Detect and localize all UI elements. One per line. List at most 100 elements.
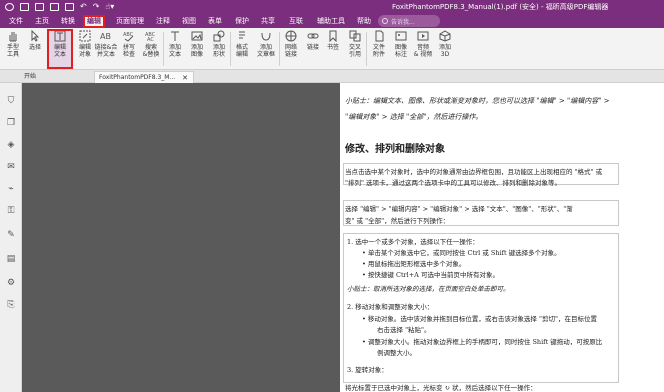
bookmark-panel-icon[interactable]: ⛉: [5, 95, 17, 107]
tool-label: 格式 编辑: [235, 44, 248, 58]
add-text-icon: [171, 31, 179, 41]
redo-icon[interactable]: ↷: [93, 3, 100, 11]
tags-icon[interactable]: ⚙: [5, 277, 17, 289]
tab-document[interactable]: FoxitPhantomPDF8.3_M... ✕: [94, 71, 194, 83]
document-tab-strip: 开始 FoxitPhantomPDF8.3_M... ✕: [0, 70, 664, 83]
add-image-button[interactable]: 添加 图像: [186, 30, 208, 68]
tool-label: 图像 标注: [394, 44, 407, 58]
layers-icon[interactable]: ◈: [5, 139, 17, 151]
media-icon: [417, 31, 429, 41]
new-icon[interactable]: [65, 3, 74, 11]
add-3d-button[interactable]: 添加 3D: [434, 30, 456, 68]
menu-comment[interactable]: 注释: [153, 16, 173, 27]
tip-text-line-1: 小贴士：编辑文本、图像、形状或渐变对象时，您也可以选择 "编辑" > "编辑内容…: [345, 97, 610, 105]
bookmark-button[interactable]: 书签: [322, 30, 344, 68]
tool-label: 添加 文章框: [256, 44, 275, 58]
edit-object-button[interactable]: 编辑 对象: [74, 30, 96, 68]
list-item: 3. 旋转对象：: [347, 366, 388, 374]
ribbon-toolbar: 手型 工具 选择 编辑 文本 编辑 对象 AB 链接&合 并文本 ABC 拼写 …: [0, 28, 664, 70]
save-icon[interactable]: [35, 3, 44, 11]
tool-label: 音频 & 视频: [413, 44, 433, 58]
cross-reference-button[interactable]: 交叉 引用: [344, 30, 366, 68]
spell-check-button[interactable]: ABC 拼写 检查: [118, 30, 140, 68]
format-edit-icon: [239, 31, 245, 39]
tool-label: 文件 附件: [372, 44, 385, 58]
add-shape-button[interactable]: 添加 形状: [208, 30, 230, 68]
menu-home[interactable]: 主页: [32, 16, 52, 27]
tool-label: 手型 工具: [6, 44, 19, 58]
tool-label: 编辑 文本: [53, 44, 66, 58]
security-icon[interactable]: ⚿: [5, 205, 17, 217]
paragraph-line: 变" 或 "全部"，然后进行下列操作：: [345, 217, 450, 225]
print-icon[interactable]: [50, 3, 59, 11]
menu-view[interactable]: 视图: [179, 16, 199, 27]
menu-page-manage[interactable]: 页面管理: [113, 16, 147, 27]
list-item: • 用鼠标拖出矩形框选中多个对象。: [362, 260, 466, 268]
svg-text:AB: AB: [100, 32, 111, 41]
audio-video-button[interactable]: 音频 & 视频: [412, 30, 434, 68]
chain-link-icon: [307, 33, 319, 39]
file-attachment-button[interactable]: 文件 附件: [368, 30, 390, 68]
paragraph-line: 选择 "编辑" > "编辑内容" > "编辑对象" > 选择 "文本"、"图像"…: [345, 205, 573, 213]
tool-label: 链接: [306, 44, 319, 51]
menu-form[interactable]: 表单: [205, 16, 225, 27]
menu-accessibility[interactable]: 辅助工具: [314, 16, 348, 27]
bookmark-icon: [329, 30, 337, 42]
tool-label: 添加 形状: [212, 44, 225, 58]
title-bar: ↶ ↷ ☝▾ FoxitPhantomPDF8.3_Manual(1).pdf …: [0, 0, 664, 14]
list-item: • 调整对象大小。拖动对象边界框上的手柄即可，同时按住 Shift 键拖动，可按…: [362, 338, 603, 346]
section-heading: 修改、排列和删除对象: [345, 144, 445, 155]
image-annotation-button[interactable]: 图像 标注: [390, 30, 412, 68]
menu-protect[interactable]: 保护: [232, 16, 252, 27]
search-replace-button[interactable]: ABC AC 搜索 &替换: [140, 30, 162, 68]
tab-start[interactable]: 开始: [20, 71, 40, 83]
destination-icon[interactable]: ⎘: [5, 299, 17, 311]
link-text-icon: AB: [100, 32, 111, 41]
hand-tool-button[interactable]: 手型 工具: [2, 30, 24, 68]
select-tool-button[interactable]: 选择: [24, 30, 46, 68]
open-icon[interactable]: [20, 3, 29, 11]
edit-text-button[interactable]: 编辑 文本: [47, 29, 73, 69]
menu-share[interactable]: 共享: [258, 16, 278, 27]
menu-bar: 文件 主页 转换 编辑 页面管理 注释 视图 表单 保护 共享 互联 辅助工具 …: [0, 14, 664, 28]
menu-connect[interactable]: 互联: [286, 16, 306, 27]
link-merge-text-button[interactable]: AB 链接&合 并文本: [94, 30, 118, 68]
svg-text:AC: AC: [147, 37, 154, 42]
list-item: 小贴士：取消所选对象的选择，在页面空白处单击即可。: [347, 285, 510, 293]
cube-3d-icon: [439, 30, 451, 42]
tab-document-label: FoxitPhantomPDF8.3_M...: [99, 74, 176, 81]
signature-panel-icon[interactable]: ✎: [5, 229, 17, 241]
tool-label: 链接&合 并文本: [94, 44, 118, 58]
menu-file[interactable]: 文件: [6, 16, 26, 27]
attachment-panel-icon[interactable]: ⌁: [5, 183, 17, 195]
add-text-button[interactable]: 添加 文本: [164, 30, 186, 68]
tool-label: 搜索 &替换: [142, 44, 160, 58]
menu-convert[interactable]: 转换: [58, 16, 78, 27]
tool-label: 网络 链接: [284, 44, 297, 58]
web-link-button[interactable]: 网络 链接: [280, 30, 302, 68]
content-panel-icon[interactable]: ▤: [5, 253, 17, 265]
list-item: 2. 移动对象和调整对象大小：: [347, 303, 434, 311]
hand-dropdown-icon[interactable]: ☝▾: [105, 3, 114, 11]
link-button[interactable]: 链接: [302, 30, 324, 68]
app-logo-icon: [5, 3, 14, 11]
list-item: • 单击某个对象选中它，或同时按住 Ctrl 或 Shift 键选择多个对象。: [362, 249, 561, 257]
page-thumbnail-icon[interactable]: ❐: [5, 117, 17, 129]
tool-label: 添加 图像: [190, 44, 203, 58]
spell-check-icon: ABC: [123, 32, 134, 42]
ribbon-separator: [366, 32, 367, 66]
undo-icon[interactable]: ↶: [80, 3, 87, 11]
menu-help[interactable]: 帮助: [354, 16, 374, 27]
add-article-box-button[interactable]: 添加 文章框: [254, 30, 278, 68]
search-icon: [382, 18, 388, 24]
menu-edit[interactable]: 编辑: [83, 15, 105, 28]
list-item: 1. 选中一个或多个对象，选择以下任一操作：: [347, 238, 479, 246]
hand-icon: [9, 32, 17, 42]
search-replace-icon: ABCAC: [145, 32, 156, 42]
comment-icon[interactable]: ✉: [5, 161, 17, 173]
search-box[interactable]: 告诉我...: [378, 15, 440, 27]
tool-label: 选择: [28, 44, 41, 51]
format-edit-button[interactable]: 格式 编辑: [231, 30, 253, 68]
search-placeholder: 告诉我...: [391, 18, 415, 26]
edit-object-icon: [79, 30, 91, 42]
